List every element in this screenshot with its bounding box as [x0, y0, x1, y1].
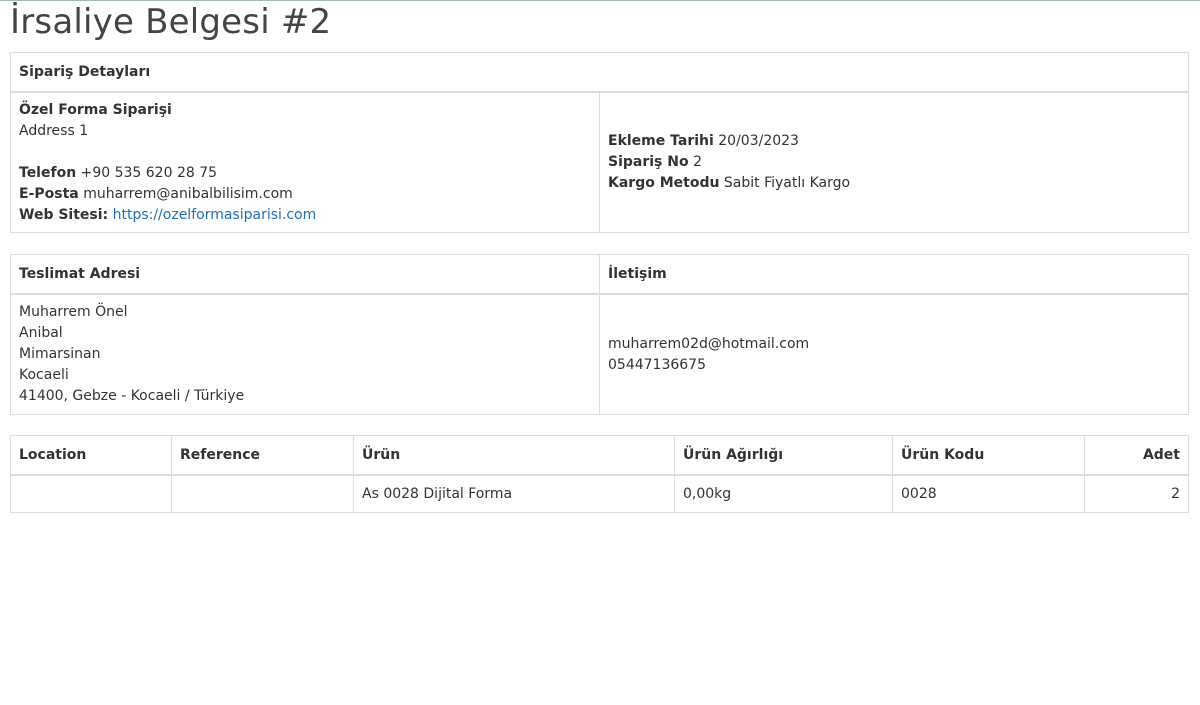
store-name: Özel Forma Siparişi: [19, 101, 172, 118]
delivery-address-header: Teslimat Adresi: [10, 254, 600, 295]
column-header-code: Ürün Kodu: [892, 435, 1085, 476]
table-row: As 0028 Dijital Forma 0,00kg 0028 2: [10, 474, 1189, 513]
contact-email: muharrem02d@hotmail.com: [608, 335, 810, 352]
order-no-value: 2: [693, 154, 702, 170]
order-details-header: Sipariş Detayları: [9, 52, 1190, 93]
address-line: 41400, Gebze - Kocaeli / Türkiye: [19, 388, 245, 404]
address-line: Kocaeli: [19, 367, 69, 383]
date-label: Ekleme Tarihi: [608, 133, 714, 149]
column-header-weight: Ürün Ağırlığı: [674, 435, 893, 476]
cell-code: 0028: [892, 474, 1085, 513]
website-link[interactable]: https://ozelformasiparisi.com: [113, 207, 317, 223]
shipping-label: Kargo Metodu: [608, 175, 720, 191]
phone-value: +90 535 620 28 75: [80, 164, 218, 181]
address-line: Muharrem Önel: [19, 304, 128, 320]
column-header-reference: Reference: [171, 435, 354, 476]
order-meta-cell: Ekleme Tarihi 20/03/2023 Sipariş No 2 Ka…: [598, 91, 1190, 233]
products-table: Location Reference Ürün Ürün Ağırlığı Ür…: [10, 435, 1189, 513]
store-address: Address 1: [19, 122, 89, 139]
column-header-location: Location: [10, 435, 172, 476]
website-label: Web Sitesi:: [19, 206, 109, 223]
order-details-table: Sipariş Detayları Özel Forma Siparişi Ad…: [9, 52, 1190, 233]
contact-cell: muharrem02d@hotmail.com 05447136675: [599, 293, 1189, 415]
cell-reference: [171, 474, 354, 513]
date-value: 20/03/2023: [718, 133, 799, 149]
address-line: Anibal: [19, 325, 63, 341]
contact-phone: 05447136675: [608, 356, 706, 373]
column-header-product: Ürün: [353, 435, 675, 476]
contact-header: İletişim: [599, 254, 1189, 295]
cell-weight: 0,00kg: [674, 474, 893, 513]
delivery-table: Teslimat Adresi İletişim Muharrem Önel A…: [10, 254, 1189, 415]
phone-label: Telefon: [19, 164, 77, 181]
cell-product: As 0028 Dijital Forma: [353, 474, 675, 513]
email-label: E-Posta: [19, 185, 79, 202]
cell-quantity: 2: [1084, 474, 1189, 513]
address-line: Mimarsinan: [19, 346, 101, 362]
column-header-quantity: Adet: [1084, 435, 1189, 476]
delivery-address-cell: Muharrem Önel Anibal Mimarsinan Kocaeli …: [10, 293, 600, 415]
page-title: İrsaliye Belgesi #2: [10, 2, 332, 42]
store-info-cell: Özel Forma Siparişi Address 1 Telefon +9…: [10, 91, 600, 233]
cell-location: [10, 474, 172, 513]
email-value: muharrem@anibalbilisim.com: [83, 185, 293, 202]
shipping-value: Sabit Fiyatlı Kargo: [723, 175, 851, 191]
order-no-label: Sipariş No: [608, 154, 689, 170]
